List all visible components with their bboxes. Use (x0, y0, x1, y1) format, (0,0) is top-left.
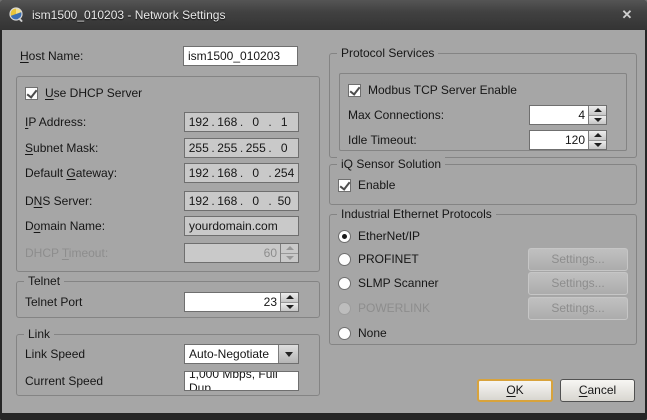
radio-icon (338, 277, 351, 290)
close-icon[interactable]: ✕ (616, 4, 638, 26)
radio-ethernet-ip[interactable]: EtherNet/IP (338, 228, 420, 244)
max-connections-label: Max Connections: (348, 105, 444, 125)
titlebar: ism1500_010203 - Network Settings ✕ (0, 0, 647, 30)
current-speed-field: 1,000 Mbps, Full Dup (184, 371, 299, 391)
link-group: Link Link Speed Auto-Negotiate Current S… (16, 334, 320, 396)
telnet-group-title: Telnet (24, 274, 64, 288)
network-settings-dialog: ism1500_010203 - Network Settings ✕ Host… (0, 0, 647, 420)
dialog-body: Host Name: ism1500_010203 Use DHCP Serve… (2, 30, 645, 413)
checkbox-checked-icon (338, 179, 351, 192)
idle-timeout-label: Idle Timeout: (348, 130, 417, 150)
checkbox-checked-icon (25, 87, 38, 100)
max-connections-input[interactable]: 4 (529, 105, 607, 125)
spinner-arrows-icon[interactable] (588, 131, 606, 149)
host-name-input[interactable]: ism1500_010203 (183, 46, 298, 66)
domain-name-label: Domain Name: (25, 216, 105, 236)
radio-slmp-scanner[interactable]: SLMP Scanner (338, 275, 439, 291)
dns-server-field: 192.168.0.50 (184, 191, 299, 211)
link-speed-label: Link Speed (25, 344, 85, 364)
default-gateway-label: Default Gateway: (25, 163, 117, 183)
dhcp-timeout-field: 60 (184, 243, 299, 263)
window-title: ism1500_010203 - Network Settings (32, 8, 225, 22)
profinet-settings-button: Settings... (528, 248, 628, 271)
chevron-down-icon[interactable] (278, 345, 298, 363)
ip-address-label: IP Address: (25, 112, 86, 132)
checkbox-checked-icon (348, 84, 361, 97)
spinner-arrows-icon[interactable] (588, 106, 606, 124)
radio-selected-icon (338, 230, 351, 243)
spinner-arrows-icon (280, 244, 298, 262)
industrial-protocols-group: Industrial Ethernet Protocols EtherNet/I… (329, 214, 637, 345)
telnet-port-input[interactable]: 23 (184, 292, 299, 312)
domain-name-field: yourdomain.com (184, 216, 299, 236)
protocol-services-group: Protocol Services Modbus TCP Server Enab… (329, 53, 637, 158)
radio-disabled-icon (338, 302, 351, 315)
current-speed-label: Current Speed (25, 371, 103, 391)
modbus-frame: Modbus TCP Server Enable Max Connections… (339, 73, 627, 151)
radio-icon (338, 253, 351, 266)
cancel-button[interactable]: Cancel (560, 379, 635, 402)
iq-sensor-group: iQ Sensor Solution Enable (329, 164, 637, 205)
radio-icon (338, 327, 351, 340)
subnet-mask-label: Subnet Mask: (25, 138, 98, 158)
modbus-tcp-checkbox[interactable]: Modbus TCP Server Enable (348, 82, 517, 98)
telnet-port-label: Telnet Port (25, 292, 82, 312)
dns-server-label: DNS Server: (25, 191, 92, 211)
protocol-services-title: Protocol Services (337, 46, 438, 60)
ip-address-field: 192.168.0.1 (184, 112, 299, 132)
spinner-arrows-icon[interactable] (280, 293, 298, 311)
dhcp-timeout-label: DHCP Timeout: (25, 243, 108, 263)
radio-none[interactable]: None (338, 325, 387, 341)
radio-profinet[interactable]: PROFINET (338, 251, 419, 267)
host-name-label: Host Name: (20, 46, 83, 66)
powerlink-settings-button: Settings... (528, 297, 628, 320)
telnet-group: Telnet Telnet Port 23 (16, 281, 320, 318)
slmp-settings-button: Settings... (528, 272, 628, 295)
subnet-mask-field: 255.255.255.0 (184, 138, 299, 158)
iq-sensor-title: iQ Sensor Solution (337, 157, 445, 171)
app-icon (9, 7, 25, 23)
host-name-value: ism1500_010203 (188, 49, 280, 63)
ok-button[interactable]: OK (477, 379, 553, 402)
use-dhcp-checkbox[interactable]: Use DHCP Server (25, 85, 142, 101)
link-speed-combobox[interactable]: Auto-Negotiate (184, 344, 299, 364)
radio-powerlink: POWERLINK (338, 300, 430, 316)
dhcp-group: Use DHCP Server IP Address: 192.168.0.1 … (16, 76, 320, 272)
link-group-title: Link (24, 327, 54, 341)
default-gateway-field: 192.168.0.254 (184, 163, 299, 183)
idle-timeout-input[interactable]: 120 (529, 130, 607, 150)
industrial-protocols-title: Industrial Ethernet Protocols (337, 207, 496, 221)
iq-enable-checkbox[interactable]: Enable (338, 177, 395, 193)
